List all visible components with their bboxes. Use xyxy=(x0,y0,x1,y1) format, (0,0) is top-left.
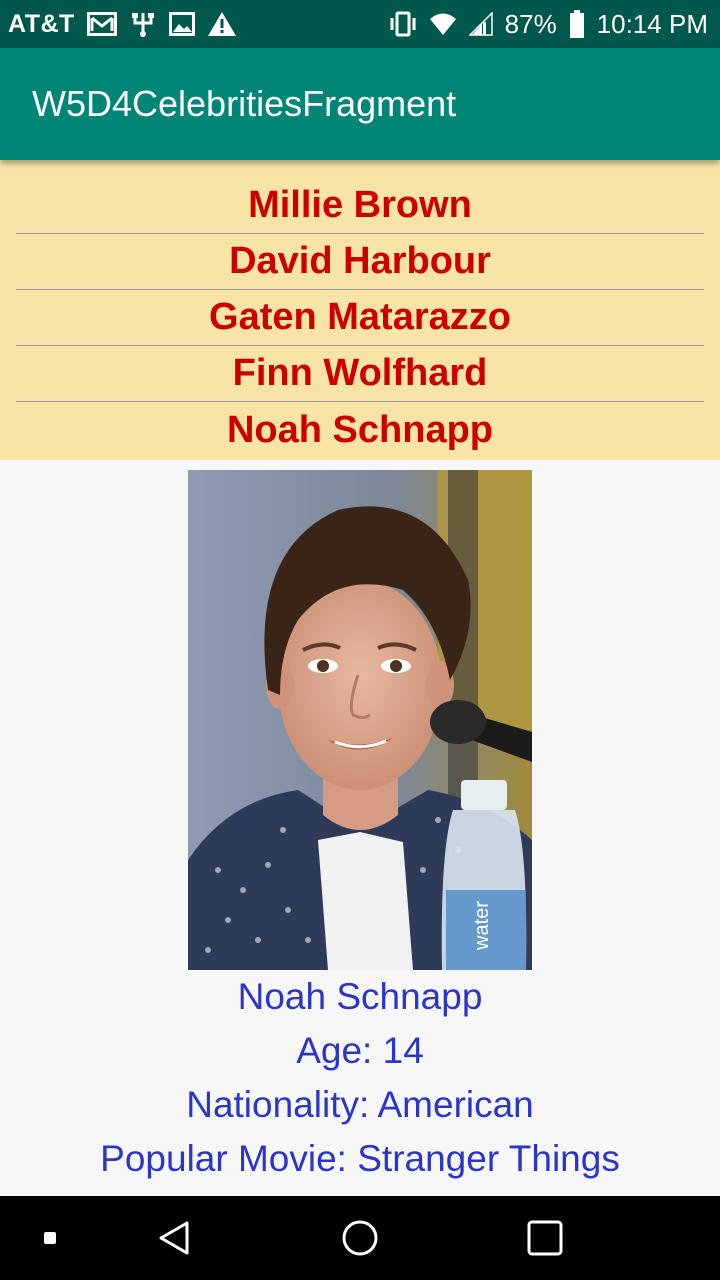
vibrate-icon xyxy=(389,11,417,37)
recents-square-icon[interactable] xyxy=(20,1196,80,1280)
gmail-icon xyxy=(86,12,117,36)
celebrity-photo: water xyxy=(188,470,532,970)
clock: 10:14 PM xyxy=(596,8,708,39)
home-icon[interactable] xyxy=(320,1196,400,1280)
celebrity-age: Age: 14 xyxy=(296,1030,424,1071)
celebrity-detail: water Noah Schnapp Age: 14 Nationality: … xyxy=(0,460,720,1196)
warning-icon xyxy=(207,11,237,37)
list-item[interactable]: Millie Brown xyxy=(16,178,704,234)
signal-icon xyxy=(468,12,493,36)
wifi-icon xyxy=(429,12,457,36)
celebrity-nationality: Nationality: American xyxy=(186,1084,534,1125)
list-item[interactable]: Finn Wolfhard xyxy=(16,346,704,402)
usb-icon xyxy=(129,10,157,38)
carrier-label: AT&T xyxy=(8,9,75,38)
overview-icon[interactable] xyxy=(505,1196,585,1280)
navigation-bar xyxy=(0,1196,720,1280)
list-item[interactable]: Gaten Matarazzo xyxy=(16,290,704,346)
app-title: W5D4CelebritiesFragment xyxy=(32,83,457,124)
list-item[interactable]: David Harbour xyxy=(16,234,704,290)
celebrity-name: Noah Schnapp xyxy=(237,976,483,1017)
list-item[interactable]: Noah Schnapp xyxy=(16,402,704,458)
image-icon xyxy=(168,12,195,36)
celebrity-list[interactable]: Millie Brown David Harbour Gaten Mataraz… xyxy=(0,160,720,460)
back-icon[interactable] xyxy=(135,1196,215,1280)
svg-text:water: water xyxy=(471,901,493,951)
battery-icon xyxy=(569,10,585,38)
status-bar: AT&T 87% 10:14 PM xyxy=(0,0,720,48)
celebrity-popular-movie: Popular Movie: Stranger Things xyxy=(100,1138,620,1179)
battery-percentage: 87% xyxy=(504,8,557,39)
app-bar: W5D4CelebritiesFragment xyxy=(0,48,720,160)
